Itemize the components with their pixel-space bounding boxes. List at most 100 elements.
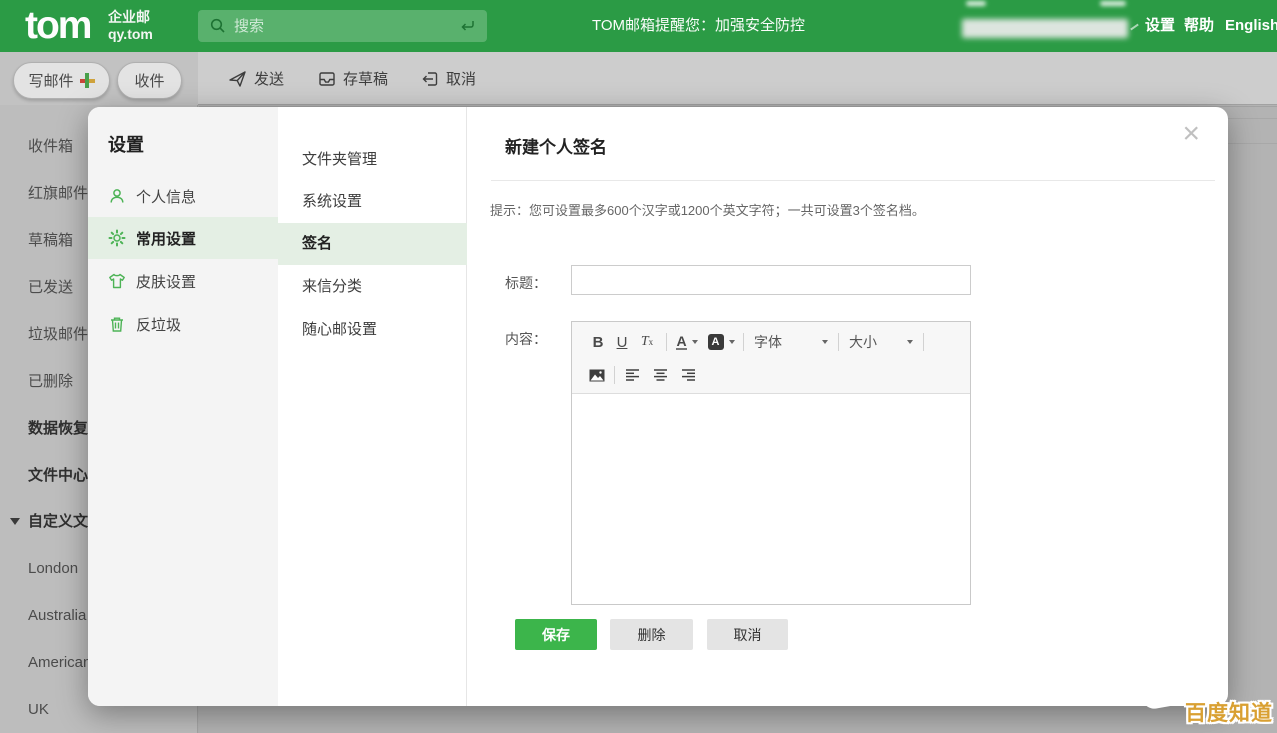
send-icon [228,69,248,89]
sidebar-item-sent[interactable]: 已发送 [28,279,73,297]
signature-content-area[interactable] [572,394,970,604]
receive-button-label: 收件 [134,70,164,91]
save-button[interactable]: 保存 [515,619,597,650]
cancel-compose-button[interactable]: 取消 [420,52,476,105]
tom-logo: tom [25,3,91,49]
user-account-blurred [962,19,1128,38]
toolbar-separator [666,333,667,351]
signature-tip: 提示：您可设置最多600个汉字或1200个英文字符；一共可设置3个签名档。 [490,200,925,219]
nav-label: 皮肤设置 [136,271,196,292]
settings-subnav-panel: 文件夹管理 系统设置 签名 来信分类 随心邮设置 [278,107,467,706]
nav-label: 常用设置 [136,228,196,249]
sidebar-item-deleted[interactable]: 已删除 [28,373,73,391]
compose-button[interactable]: 写邮件 [13,62,110,99]
settings-nav-panel: 设置 个人信息 常用设置 [88,107,278,706]
nav-item-anti-spam[interactable]: 反垃圾 [88,303,278,345]
sidebar-item-inbox[interactable]: 收件箱 [28,138,73,156]
remove-format-button[interactable]: Tx [634,334,660,350]
chevron-down-icon [10,518,20,525]
app-header: tom 企业邮 qy.tom TOM邮箱提醒您：加强安全防控 设置 帮助 Eng… [0,0,1277,52]
security-notice: TOM邮箱提醒您：加强安全防控 [592,0,805,52]
trash-icon [108,315,126,333]
align-right-icon [682,369,696,381]
caret-down-icon [907,340,913,344]
receive-button[interactable]: 收件 [117,62,182,99]
subnav-mail-classification[interactable]: 来信分类 [278,266,467,308]
close-icon[interactable]: × [1182,119,1200,149]
title-field-label: 标题： [505,273,547,293]
cancel-icon [420,69,440,89]
brand-line1: 企业邮 [108,9,153,26]
cancel-compose-label: 取消 [446,68,476,89]
person-icon [108,187,126,205]
content-field-label: 内容： [505,329,547,349]
toolbar-separator [614,366,615,384]
save-draft-button[interactable]: 存草稿 [317,52,388,105]
align-center-icon [654,369,668,381]
image-icon [589,369,605,382]
header-help-link[interactable]: 帮助 [1184,0,1214,52]
app-window: tom 企业邮 qy.tom TOM邮箱提醒您：加强安全防控 设置 帮助 Eng… [0,0,1277,733]
sidebar-item-australia[interactable]: Australia [28,607,86,625]
signature-form-panel: 新建个人签名 × 提示：您可设置最多600个汉字或1200个英文字符；一共可设置… [467,107,1228,706]
editor-toolbar: B U Tx A A 字体 大小 [572,322,970,394]
nav-item-skin-settings[interactable]: 皮肤设置 [88,260,278,302]
tshirt-icon [108,272,126,290]
sidebar-item-london[interactable]: London [28,560,78,578]
settings-panel-title: 设置 [108,131,144,157]
sidebar-item-american[interactable]: American [28,654,91,672]
search-box[interactable] [198,10,487,42]
align-right-button[interactable] [677,369,701,381]
caret-down-icon [729,340,735,344]
align-left-icon [626,369,640,381]
nav-item-common-settings[interactable]: 常用设置 [88,217,278,259]
send-label: 发送 [254,68,284,89]
settings-modal: 设置 个人信息 常用设置 [88,107,1228,706]
nav-item-personal-info[interactable]: 个人信息 [88,175,278,217]
gear-icon [108,229,126,247]
search-input[interactable] [234,18,459,35]
sidebar-item-uk[interactable]: UK [28,701,49,719]
underline-button[interactable]: U [610,334,634,351]
toolbar-separator [838,333,839,351]
subnav-folder-management[interactable]: 文件夹管理 [278,139,467,181]
delete-button[interactable]: 删除 [610,619,693,650]
blur-artifact [1100,1,1126,6]
font-size-dropdown[interactable]: 大小 [845,332,917,352]
bold-button[interactable]: B [586,334,610,351]
text-color-button[interactable]: A [673,334,701,350]
compose-toolbar: 写邮件 收件 发送 存草稿 取消 [0,52,1277,105]
compose-button-label: 写邮件 [28,70,73,91]
toolbar-separator [743,333,744,351]
header-language-link[interactable]: English [1225,0,1277,52]
subnav-system-settings[interactable]: 系统设置 [278,181,467,223]
sidebar-item-data-recovery[interactable]: 数据恢复 [28,420,88,438]
align-center-button[interactable] [649,369,673,381]
save-draft-label: 存草稿 [343,68,388,89]
align-left-button[interactable] [621,369,645,381]
bg-color-button[interactable]: A [705,334,737,350]
sidebar-item-spam[interactable]: 垃圾邮件 [28,326,88,344]
plus-icon [80,73,95,88]
font-family-dropdown[interactable]: 字体 [750,332,832,352]
insert-image-button[interactable] [586,369,608,382]
sidebar-item-flagged[interactable]: 红旗邮件 [28,185,88,203]
brand-line2: qy.tom [108,26,153,43]
signature-title-input[interactable] [571,265,971,295]
send-button[interactable]: 发送 [228,52,284,105]
baidu-zhidao-watermark: 百度知道 [1185,697,1273,727]
toolbar-separator [923,333,924,351]
sidebar-item-file-center[interactable]: 文件中心 [28,467,88,485]
brand-text: 企业邮 qy.tom [108,9,153,43]
header-settings-link[interactable]: 设置 [1145,0,1175,52]
sidebar-item-drafts[interactable]: 草稿箱 [28,232,73,250]
subnav-signature[interactable]: 签名 [278,223,467,265]
signature-form-title: 新建个人签名 [505,133,607,158]
caret-down-icon [822,340,828,344]
nav-label: 个人信息 [136,186,196,207]
subnav-suixin-mail[interactable]: 随心邮设置 [278,309,467,351]
blur-artifact [966,1,986,6]
cancel-button[interactable]: 取消 [707,619,788,650]
signature-editor: B U Tx A A 字体 大小 [571,321,971,605]
enter-icon [459,19,475,33]
